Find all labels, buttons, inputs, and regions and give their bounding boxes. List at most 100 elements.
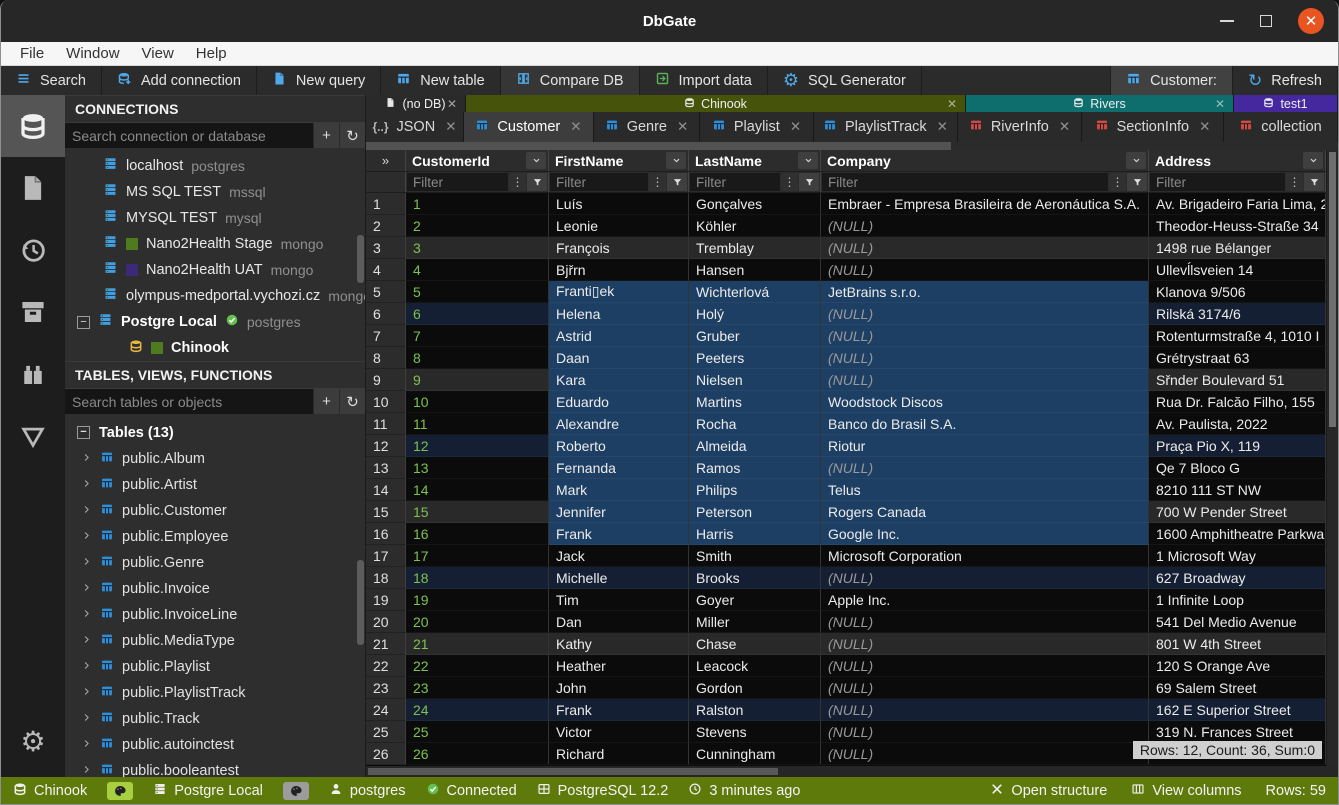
connection-item[interactable]: −Postgre Localpostgres [65, 309, 365, 335]
cell-id[interactable]: 26 [406, 743, 549, 765]
filter-funnel-button[interactable] [1304, 173, 1324, 191]
row-number[interactable]: 11 [366, 413, 406, 435]
filter-menu-button[interactable]: ⋮ [649, 173, 666, 191]
row-number[interactable]: 7 [366, 325, 406, 347]
maximize-button[interactable] [1260, 15, 1272, 27]
cell-address[interactable]: 1600 Amphitheatre Parkwa [1149, 523, 1326, 545]
cell-company[interactable]: (NULL) [821, 677, 1149, 699]
table-item[interactable]: public.MediaType [65, 628, 365, 654]
cell-last[interactable]: Chase [689, 633, 821, 655]
row-number[interactable]: 9 [366, 369, 406, 391]
close-icon[interactable]: ✕ [790, 119, 801, 135]
cell-id[interactable]: 18 [406, 567, 549, 589]
menu-help[interactable]: Help [185, 42, 238, 66]
column-header-address[interactable]: Address [1149, 150, 1326, 171]
cell-address[interactable]: 541 Del Medio Avenue [1149, 611, 1326, 633]
filter-funnel-button[interactable] [527, 173, 547, 191]
cell-first[interactable]: Daan [549, 347, 689, 369]
close-icon[interactable]: ✕ [947, 97, 957, 111]
cell-id[interactable]: 25 [406, 721, 549, 743]
cell-id[interactable]: 24 [406, 699, 549, 721]
tab-group-test1[interactable]: test1 [1234, 95, 1338, 112]
close-button[interactable]: ✕ [1298, 8, 1324, 34]
cell-address[interactable]: Ullevĺlsveien 14 [1149, 259, 1326, 281]
row-number[interactable]: 26 [366, 743, 406, 765]
grid-expand-all[interactable]: » [366, 150, 406, 171]
cell-first[interactable]: Frank [549, 523, 689, 545]
cell-last[interactable]: Rocha [689, 413, 821, 435]
toolbar-new-query-button[interactable]: New query [257, 66, 381, 95]
cell-company[interactable]: Rogers Canada [821, 501, 1149, 523]
refresh-connections-button[interactable]: ↻ [339, 123, 365, 148]
cell-address[interactable]: 120 S Orange Ave [1149, 655, 1326, 677]
tab-playlisttrack[interactable]: PlaylistTrack✕ [814, 112, 958, 142]
table-item[interactable]: public.Employee [65, 524, 365, 550]
row-number[interactable]: 6 [366, 303, 406, 325]
close-icon[interactable]: ✕ [677, 119, 688, 135]
cell-first[interactable]: Kathy [549, 633, 689, 655]
tables-scrollbar[interactable] [357, 560, 364, 645]
column-header-lastname[interactable]: LastName [689, 150, 821, 171]
cell-id[interactable]: 14 [406, 479, 549, 501]
cell-company[interactable]: Apple Inc. [821, 589, 1149, 611]
column-menu-button[interactable] [1126, 152, 1146, 169]
rail-plugins-icon[interactable] [1, 343, 65, 405]
statusbar-view-columns[interactable]: View columns [1131, 782, 1241, 800]
close-icon[interactable]: ✕ [1215, 97, 1225, 111]
row-number[interactable]: 3 [366, 237, 406, 259]
collapse-icon[interactable]: − [77, 316, 90, 329]
cell-first[interactable]: Jack [549, 545, 689, 567]
cell-id[interactable]: 16 [406, 523, 549, 545]
row-number[interactable]: 5 [366, 281, 406, 303]
row-number[interactable]: 15 [366, 501, 406, 523]
cell-id[interactable]: 19 [406, 589, 549, 611]
table-item[interactable]: public.Customer [65, 498, 365, 524]
cell-address[interactable]: Sřnder Boulevard 51 [1149, 369, 1326, 391]
cell-id[interactable]: 6 [406, 303, 549, 325]
cell-id[interactable]: 12 [406, 435, 549, 457]
cell-company[interactable]: JetBrains s.r.o. [821, 281, 1149, 303]
row-number[interactable]: 23 [366, 677, 406, 699]
cell-company[interactable]: Embraer - Empresa Brasileira de Aeronáut… [821, 193, 1149, 215]
column-header-company[interactable]: Company [821, 150, 1149, 171]
toolbar-sql-generator-button[interactable]: ⚙SQL Generator [768, 66, 922, 95]
cell-address[interactable]: Klanova 9/506 [1149, 281, 1326, 303]
tab-sectioninfo[interactable]: SectionInfo✕ [1082, 112, 1224, 142]
cell-company[interactable]: (NULL) [821, 215, 1149, 237]
tab-scrollbar-thumb[interactable] [366, 142, 951, 150]
tab-customer[interactable]: Customer✕ [464, 112, 594, 142]
row-number[interactable]: 8 [366, 347, 406, 369]
cell-company[interactable]: (NULL) [821, 655, 1149, 677]
cell-id[interactable]: 8 [406, 347, 549, 369]
title-bar[interactable]: DbGate ✕ [1, 0, 1338, 42]
table-item[interactable]: public.Track [65, 706, 365, 732]
database-item[interactable]: Chinook [65, 335, 365, 361]
rail-gear-icon[interactable]: ⚙ [1, 707, 65, 777]
cell-last[interactable]: Brooks [689, 567, 821, 589]
filter-input[interactable] [407, 173, 508, 191]
table-item[interactable]: public.Invoice [65, 576, 365, 602]
cell-last[interactable]: Gonçalves [689, 193, 821, 215]
column-menu-button[interactable] [666, 152, 686, 169]
cell-first[interactable]: Victor [549, 721, 689, 743]
cell-address[interactable]: Av. Brigadeiro Faria Lima, 2 [1149, 193, 1326, 215]
rail-file-icon[interactable] [1, 157, 65, 219]
cell-last[interactable]: Leacock [689, 655, 821, 677]
close-icon[interactable]: ✕ [570, 119, 581, 135]
cell-id[interactable]: 17 [406, 545, 549, 567]
collapse-icon[interactable]: − [77, 426, 90, 439]
cell-company[interactable]: (NULL) [821, 743, 1149, 765]
row-number[interactable]: 25 [366, 721, 406, 743]
table-item[interactable]: public.Genre [65, 550, 365, 576]
cell-company[interactable]: (NULL) [821, 237, 1149, 259]
row-number[interactable]: 24 [366, 699, 406, 721]
cell-first[interactable]: Eduardo [549, 391, 689, 413]
cell-last[interactable]: Martins [689, 391, 821, 413]
cell-company[interactable]: (NULL) [821, 699, 1149, 721]
cell-address[interactable]: 1 Infinite Loop [1149, 589, 1326, 611]
connection-item[interactable]: olympus-medportal.vychozi.czmongo [65, 283, 365, 309]
cell-company[interactable]: Woodstock Discos [821, 391, 1149, 413]
cell-last[interactable]: Almeida [689, 435, 821, 457]
cell-address[interactable]: Qe 7 Bloco G [1149, 457, 1326, 479]
cell-last[interactable]: Philips [689, 479, 821, 501]
